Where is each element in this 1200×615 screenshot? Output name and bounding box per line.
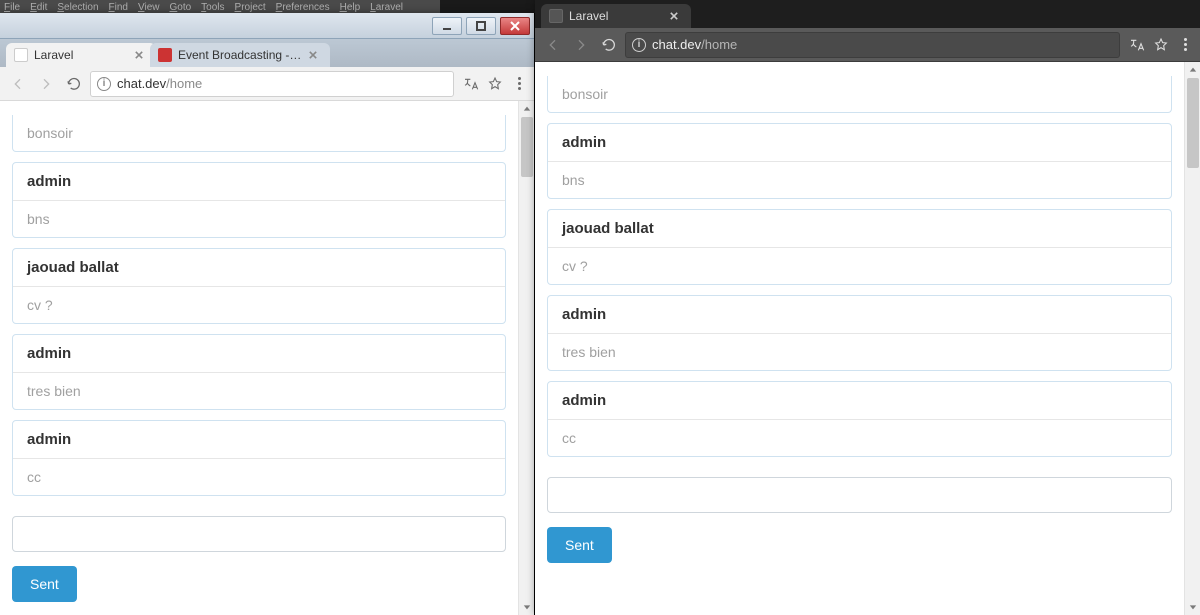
scrollbar-thumb[interactable] [521, 117, 533, 177]
site-info-icon[interactable]: i [632, 38, 646, 52]
chat-user: admin [13, 421, 505, 458]
tab-strip: Laravel [535, 0, 1200, 28]
menu-find[interactable]: Find [109, 2, 128, 13]
chat-body: bonsoir [13, 115, 505, 151]
address-actions [462, 75, 528, 93]
scrollbar-up-icon[interactable] [519, 101, 534, 117]
chat-message: bonsoir [12, 115, 506, 152]
menu-laravel[interactable]: Laravel [370, 2, 403, 13]
window-minimize-button[interactable] [432, 17, 462, 35]
chat-user: admin [13, 335, 505, 372]
tab-label: Event Broadcasting - Lar… [178, 48, 302, 62]
tab-strip: Laravel Event Broadcasting - Lar… [0, 39, 534, 67]
vertical-scrollbar[interactable] [518, 101, 534, 615]
tab-close-button[interactable] [306, 48, 320, 62]
menu-goto[interactable]: Goto [169, 2, 191, 13]
chat-body: cv ? [548, 247, 1171, 284]
bookmark-star-icon[interactable] [486, 75, 504, 93]
tab-label: Laravel [569, 9, 663, 23]
nav-reload-button[interactable] [62, 72, 86, 96]
tab-close-button[interactable] [132, 48, 146, 62]
tab-laravel[interactable]: Laravel [541, 4, 691, 28]
nav-back-button[interactable] [541, 33, 565, 57]
chat-message: admin bns [547, 123, 1172, 199]
chat-body: cv ? [13, 286, 505, 323]
translate-icon[interactable] [462, 75, 480, 93]
chat-user: jaouad ballat [548, 210, 1171, 247]
scrollbar-down-icon[interactable] [1185, 599, 1200, 615]
window-titlebar [0, 13, 534, 39]
address-bar-row: i chat.dev/home [535, 28, 1200, 62]
chat-body: cc [548, 419, 1171, 456]
chat-user: jaouad ballat [13, 249, 505, 286]
page-favicon-icon [549, 9, 563, 23]
page-favicon-icon [14, 48, 28, 62]
chat-body: bns [13, 200, 505, 237]
chat-body: bns [548, 161, 1171, 198]
chat-user: admin [548, 382, 1171, 419]
chat-user: admin [548, 124, 1171, 161]
address-bar[interactable]: i chat.dev/home [625, 32, 1120, 58]
chat-message: admin cc [547, 381, 1172, 457]
chat-body: cc [13, 458, 505, 495]
chat-message: admin cc [12, 420, 506, 496]
bookmark-star-icon[interactable] [1152, 36, 1170, 54]
nav-reload-button[interactable] [597, 33, 621, 57]
site-info-icon[interactable]: i [97, 77, 111, 91]
vertical-scrollbar[interactable] [1184, 62, 1200, 615]
page-favicon-icon [158, 48, 172, 62]
send-button[interactable]: Sent [547, 527, 612, 563]
menu-tools[interactable]: Tools [201, 2, 224, 13]
chat-message: admin tres bien [12, 334, 506, 410]
scrollbar-down-icon[interactable] [519, 599, 534, 615]
menu-file[interactable]: File [4, 2, 20, 13]
chat-input[interactable] [12, 516, 506, 552]
url-text: chat.dev/home [652, 37, 737, 52]
chat-message: admin bns [12, 162, 506, 238]
address-bar[interactable]: i chat.dev/home [90, 71, 454, 97]
chat-body: tres bien [548, 333, 1171, 370]
chat-message: admin tres bien [547, 295, 1172, 371]
tab-label: Laravel [34, 48, 128, 62]
menu-project[interactable]: Project [235, 2, 266, 13]
translate-icon[interactable] [1128, 36, 1146, 54]
chrome-menu-button[interactable] [510, 77, 528, 90]
page-content[interactable]: bonsoir admin bns jaouad ballat cv ? adm… [0, 101, 518, 615]
page-viewport: bonsoir admin bns jaouad ballat cv ? adm… [0, 101, 534, 615]
send-button[interactable]: Sent [12, 566, 77, 602]
url-text: chat.dev/home [117, 76, 202, 91]
browser-window-left: Laravel Event Broadcasting - Lar… i chat… [0, 13, 535, 615]
tab-event-broadcasting[interactable]: Event Broadcasting - Lar… [150, 43, 330, 67]
chat-user: admin [13, 163, 505, 200]
nav-back-button[interactable] [6, 72, 30, 96]
page-viewport: bonsoir admin bns jaouad ballat cv ? adm… [535, 62, 1200, 615]
nav-forward-button[interactable] [34, 72, 58, 96]
chat-message: bonsoir [547, 76, 1172, 113]
chrome-menu-button[interactable] [1176, 38, 1194, 51]
chat-message: jaouad ballat cv ? [547, 209, 1172, 285]
menu-preferences[interactable]: Preferences [276, 2, 330, 13]
address-actions [1128, 36, 1194, 54]
window-close-button[interactable] [500, 17, 530, 35]
tab-close-button[interactable] [667, 9, 681, 23]
chat-input[interactable] [547, 477, 1172, 513]
chat-message: jaouad ballat cv ? [12, 248, 506, 324]
window-maximize-button[interactable] [466, 17, 496, 35]
tab-laravel[interactable]: Laravel [6, 43, 156, 67]
menu-view[interactable]: View [138, 2, 160, 13]
address-bar-row: i chat.dev/home [0, 67, 534, 101]
page-content[interactable]: bonsoir admin bns jaouad ballat cv ? adm… [535, 62, 1184, 615]
chat-body: bonsoir [548, 76, 1171, 112]
browser-window-right: Laravel i chat.dev/home [535, 0, 1200, 615]
chat-body: tres bien [13, 372, 505, 409]
scrollbar-up-icon[interactable] [1185, 62, 1200, 78]
chat-user: admin [548, 296, 1171, 333]
menu-help[interactable]: Help [340, 2, 361, 13]
menu-edit[interactable]: Edit [30, 2, 47, 13]
scrollbar-thumb[interactable] [1187, 78, 1199, 168]
menu-selection[interactable]: Selection [57, 2, 98, 13]
nav-forward-button[interactable] [569, 33, 593, 57]
